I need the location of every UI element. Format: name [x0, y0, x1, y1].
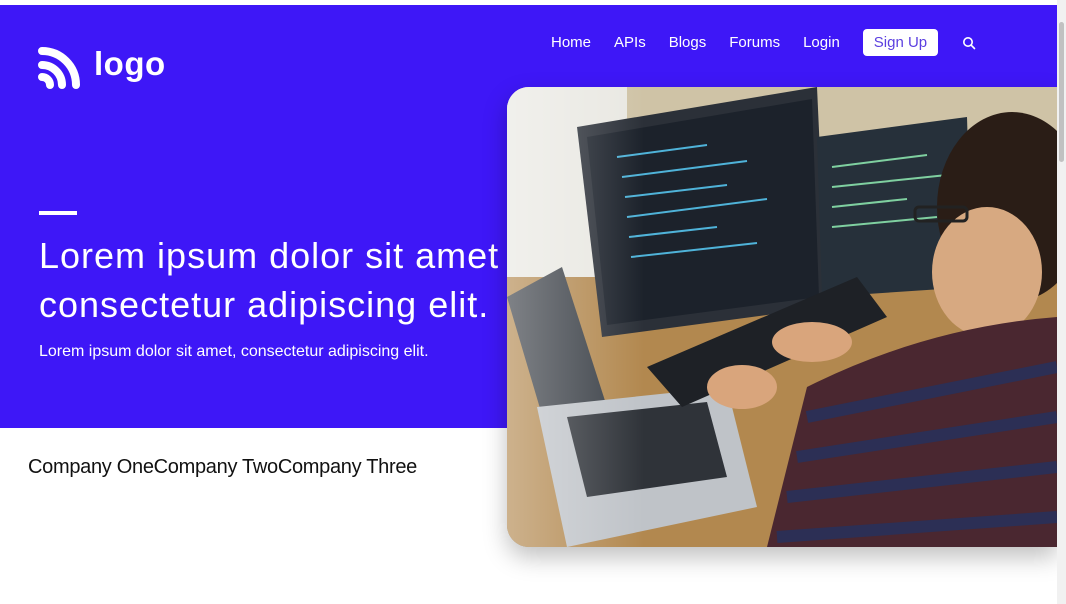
developer-working-at-computers-image [507, 87, 1057, 547]
nav-login[interactable]: Login [803, 34, 840, 51]
headline-accent [39, 211, 77, 215]
hero-subtext: Lorem ipsum dolor sit amet, consectetur … [39, 343, 429, 360]
scrollbar-thumb[interactable] [1059, 22, 1064, 162]
company-three: Company Three [277, 456, 417, 478]
hero-headline: Lorem ipsum dolor sit amet consectetur a… [39, 231, 539, 329]
hero-headline-line-2: consectetur adipiscing elit. [39, 284, 490, 325]
nav-forums[interactable]: Forums [729, 34, 780, 51]
signup-button[interactable]: Sign Up [862, 29, 939, 56]
main-nav: Home APIs Blogs Forums Login Sign Up [551, 29, 976, 56]
nav-apis[interactable]: APIs [614, 34, 646, 51]
logo[interactable]: logo [38, 45, 166, 89]
company-one: Company One [28, 456, 154, 478]
logo-text: logo [94, 45, 166, 82]
search-icon[interactable] [962, 36, 976, 50]
nav-blogs[interactable]: Blogs [669, 34, 707, 51]
nav-home[interactable]: Home [551, 34, 591, 51]
company-two: Company Two [153, 456, 278, 478]
rss-feed-icon [38, 47, 80, 89]
hero-image [507, 87, 1057, 547]
company-logos: Company One Company Two Company Three [28, 456, 417, 479]
hero-headline-line-1: Lorem ipsum dolor sit amet [39, 235, 500, 276]
